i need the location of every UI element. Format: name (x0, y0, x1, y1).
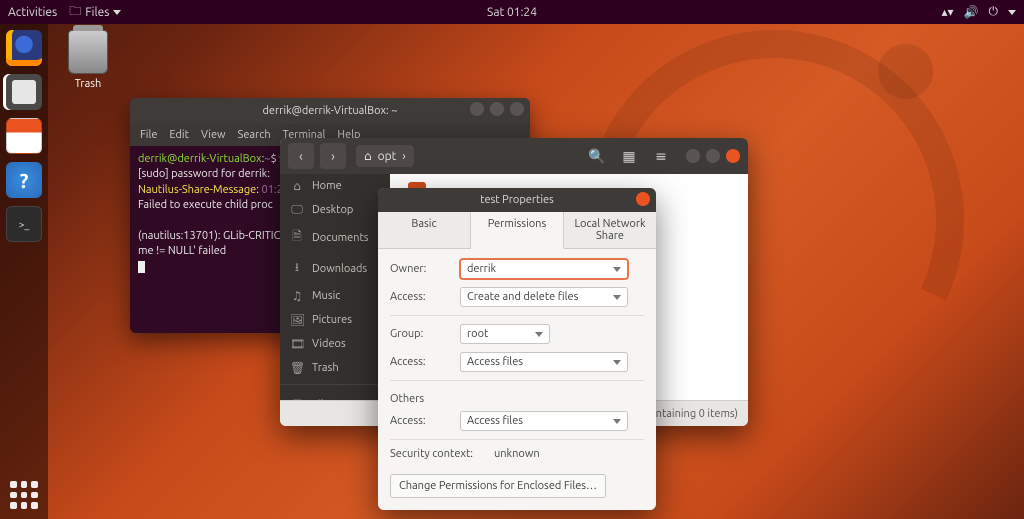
search-button[interactable]: 🔍 (584, 143, 610, 169)
sidebar-item-desktop[interactable]: 🖵 Desktop (280, 198, 390, 222)
sidebar-item-label: Music (312, 290, 340, 302)
downloads-icon: ⭳ (290, 258, 304, 279)
menu-edit[interactable]: Edit (169, 129, 189, 141)
window-minimize-button[interactable] (686, 149, 700, 163)
back-button[interactable]: ‹ (288, 143, 314, 169)
videos-icon: 🎞 (290, 337, 304, 351)
tab-permissions[interactable]: Permissions (471, 212, 564, 249)
terminal-cursor (138, 261, 145, 273)
trash-icon: 🗑 (290, 361, 304, 375)
window-maximize-button[interactable] (706, 149, 720, 163)
app-menu[interactable]: 🗀 Files (69, 2, 121, 23)
power-icon[interactable]: ⏻ (989, 5, 999, 19)
owner-combo[interactable]: derrik (460, 259, 628, 279)
forward-button[interactable]: › (320, 143, 346, 169)
properties-tabs: Basic Permissions Local Network Share (378, 212, 656, 249)
show-applications-button[interactable] (10, 481, 38, 509)
window-minimize-button[interactable] (470, 102, 484, 116)
chevron-down-icon (113, 10, 121, 15)
sidebar-item-videos[interactable]: 🎞 Videos (280, 332, 390, 356)
hamburger-menu-button[interactable]: ≡ (648, 143, 674, 169)
sidebar-item-label: Desktop (312, 204, 353, 216)
launcher: ? >_ (0, 24, 48, 519)
sidebar-item-music[interactable]: ♫ Music (280, 284, 390, 308)
launcher-firefox[interactable] (6, 30, 42, 66)
change-permissions-enclosed-button[interactable]: Change Permissions for Enclosed Files… (390, 474, 606, 498)
owner-access-combo[interactable]: Create and delete files (460, 287, 628, 307)
sidebar-item-label: Trash (312, 362, 339, 374)
menu-search[interactable]: Search (238, 129, 271, 141)
group-label: Group: (390, 328, 452, 340)
terminal-title: derrik@derrik-VirtualBox: ~ (263, 105, 398, 117)
trash-icon (68, 30, 108, 74)
properties-title: test Properties (480, 194, 554, 206)
tab-local-network-share[interactable]: Local Network Share (564, 212, 656, 248)
launcher-files[interactable] (6, 74, 42, 110)
window-close-button[interactable] (636, 192, 650, 206)
network-icon[interactable]: ▴▾ (942, 5, 954, 19)
files-headerbar[interactable]: ‹ › ⌂ opt › 🔍 ▦ ≡ (280, 138, 748, 174)
others-access-label: Access: (390, 415, 452, 427)
chevron-right-icon: › (402, 150, 405, 163)
security-context-value: unknown (494, 448, 540, 460)
volume-icon[interactable]: 🔊 (964, 5, 979, 19)
breadcrumb-segment[interactable]: opt (378, 150, 397, 163)
sidebar-item-documents[interactable]: 🗎 Documents (280, 222, 390, 253)
launcher-help[interactable]: ? (6, 162, 42, 198)
window-close-button[interactable] (726, 149, 740, 163)
menu-view[interactable]: View (201, 129, 226, 141)
desktop-trash[interactable]: Trash (58, 30, 118, 90)
sidebar-item-label: Downloads (312, 263, 367, 275)
properties-dialog[interactable]: test Properties Basic Permissions Local … (378, 188, 656, 510)
sidebar-item-filesystem[interactable]: 🖴Filesyst… (280, 389, 390, 400)
pictures-icon: 🖼 (290, 313, 304, 327)
chevron-down-icon (1008, 10, 1016, 15)
view-grid-button[interactable]: ▦ (616, 143, 642, 169)
window-close-button[interactable] (510, 102, 524, 116)
properties-titlebar[interactable]: test Properties (378, 188, 656, 212)
sidebar-item-pictures[interactable]: 🖼 Pictures (280, 308, 390, 332)
activities-button[interactable]: Activities (8, 6, 57, 19)
sidebar-item-trash[interactable]: 🗑 Trash (280, 356, 390, 380)
documents-icon: 🗎 (290, 227, 304, 248)
sidebar-item-downloads[interactable]: ⭳ Downloads (280, 253, 390, 284)
home-icon: ⌂ (364, 149, 372, 163)
files-sidebar: ⌂ Home 🖵 Desktop 🗎 Documents ⭳ Downloads ♫ Mu… (280, 174, 390, 400)
breadcrumb[interactable]: ⌂ opt › (356, 145, 414, 167)
launcher-software[interactable] (6, 118, 42, 154)
terminal-titlebar[interactable]: derrik@derrik-VirtualBox: ~ (130, 98, 530, 124)
folder-icon: 🗀 (69, 2, 81, 23)
sidebar-item-label: Documents (312, 232, 369, 244)
home-icon: ⌂ (290, 179, 304, 193)
others-access-combo[interactable]: Access files (460, 411, 628, 431)
menu-file[interactable]: File (140, 129, 157, 141)
owner-access-label: Access: (390, 291, 452, 303)
window-maximize-button[interactable] (490, 102, 504, 116)
group-combo[interactable]: root (460, 324, 550, 344)
sidebar-item-label: Pictures (312, 314, 352, 326)
group-access-label: Access: (390, 356, 452, 368)
others-section-label: Others (390, 393, 644, 405)
music-icon: ♫ (290, 289, 304, 303)
desktop-icon: 🖵 (290, 203, 304, 217)
trash-label: Trash (58, 78, 118, 90)
sidebar-item-label: Videos (312, 338, 346, 350)
clock[interactable]: Sat 01:24 (487, 6, 537, 19)
launcher-terminal[interactable]: >_ (6, 206, 42, 242)
security-context-label: Security context: (390, 448, 486, 460)
app-menu-label: Files (85, 6, 109, 19)
owner-label: Owner: (390, 263, 452, 275)
tab-basic[interactable]: Basic (378, 212, 471, 248)
group-access-combo[interactable]: Access files (460, 352, 628, 372)
sidebar-item-label: Home (312, 180, 342, 192)
sidebar-item-home[interactable]: ⌂ Home (280, 174, 390, 198)
